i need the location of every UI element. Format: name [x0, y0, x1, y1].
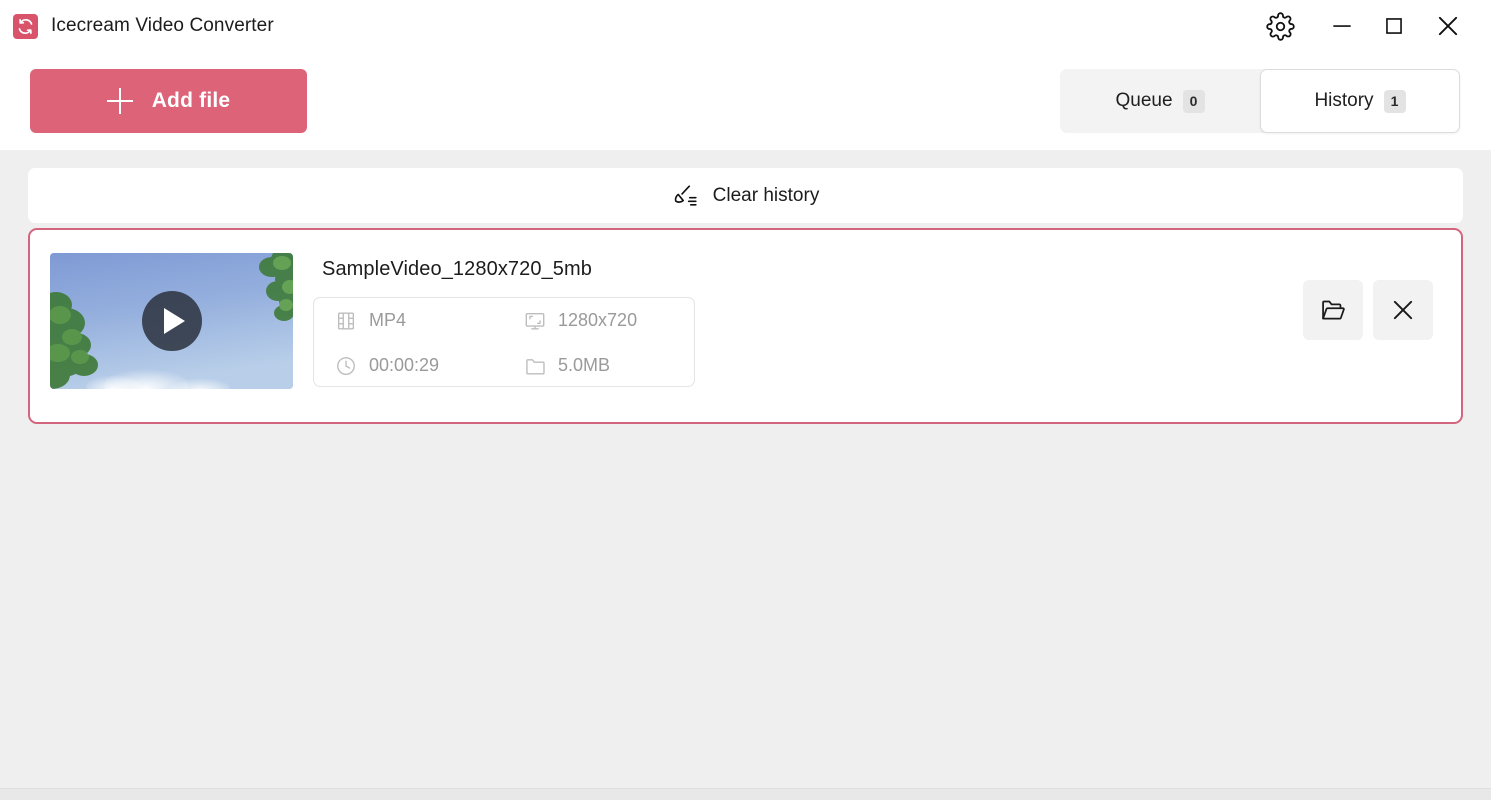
- tab-queue[interactable]: Queue 0: [1060, 69, 1260, 133]
- tab-history-label: History: [1314, 90, 1374, 111]
- content-area: Clear history SampleVideo_1280x720_5mb M…: [0, 150, 1491, 800]
- card-actions: [1303, 280, 1433, 340]
- meta-resolution: 1280x720: [524, 310, 713, 332]
- folder-icon: [526, 358, 545, 374]
- file-name: SampleVideo_1280x720_5mb: [322, 258, 593, 280]
- tab-history[interactable]: History 1: [1260, 69, 1460, 133]
- broom-sweep-icon: [674, 184, 697, 206]
- meta-format: MP4: [335, 310, 524, 332]
- clear-history-label: Clear history: [712, 184, 820, 206]
- open-folder-button[interactable]: [1303, 280, 1363, 340]
- tab-queue-badge: 0: [1182, 89, 1205, 113]
- app-logo-icon: [13, 13, 38, 39]
- toolbar: Add file Queue 0 History 1: [0, 52, 1491, 150]
- clock-icon: [337, 356, 355, 375]
- add-file-label: Add file: [151, 89, 231, 112]
- close-icon: [1393, 300, 1413, 320]
- window-controls: [1255, 0, 1491, 52]
- meta-resolution-value: 1280x720: [558, 310, 638, 330]
- meta-size-value: 5.0MB: [558, 355, 611, 375]
- minimize-button[interactable]: [1317, 0, 1367, 52]
- maximize-icon: [1386, 18, 1402, 34]
- settings-gear-button[interactable]: [1255, 0, 1305, 52]
- app-title: Icecream Video Converter: [51, 15, 274, 36]
- video-thumbnail[interactable]: [50, 253, 293, 389]
- plus-icon: [106, 88, 133, 114]
- meta-duration: 00:00:29: [335, 355, 524, 377]
- gear-icon: [1265, 11, 1295, 41]
- minimize-icon: [1333, 25, 1351, 27]
- meta-format-value: MP4: [369, 310, 407, 330]
- film-strip-icon: [337, 312, 355, 329]
- play-icon[interactable]: [141, 291, 202, 351]
- title-bar: Icecream Video Converter: [0, 0, 1491, 52]
- add-file-button[interactable]: Add file: [30, 69, 307, 133]
- maximize-button[interactable]: [1369, 0, 1419, 52]
- monitor-resolution-icon: [525, 312, 545, 329]
- open-folder-icon: [1322, 300, 1345, 320]
- close-button[interactable]: [1423, 0, 1473, 52]
- history-file-card[interactable]: SampleVideo_1280x720_5mb MP4 1280x720 00…: [28, 228, 1463, 424]
- remove-file-button[interactable]: [1373, 280, 1433, 340]
- tab-group: Queue 0 History 1: [1060, 69, 1460, 133]
- tab-queue-label: Queue: [1115, 90, 1173, 111]
- meta-duration-value: 00:00:29: [369, 355, 440, 375]
- file-metadata: MP4 1280x720 00:00:29 5.0MB: [313, 297, 695, 387]
- tab-history-badge: 1: [1383, 89, 1406, 113]
- meta-size: 5.0MB: [524, 355, 713, 377]
- close-icon: [1438, 16, 1458, 36]
- bottom-status-bar: [0, 788, 1491, 800]
- clear-history-button[interactable]: Clear history: [28, 168, 1463, 223]
